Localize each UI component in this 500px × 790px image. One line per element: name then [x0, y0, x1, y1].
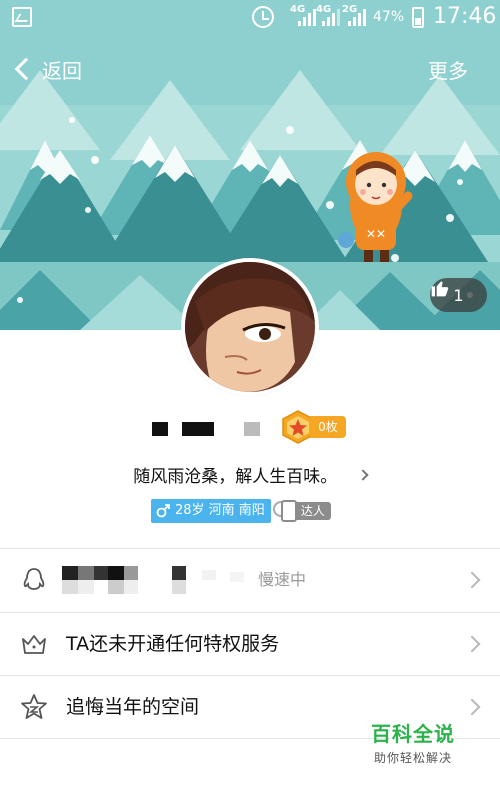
watermark: 百科全说 助你轻松解决 [363, 718, 463, 766]
battery-percent: 47% [373, 9, 405, 25]
age-location-tag: 28岁 河南 南阳 [151, 499, 271, 523]
like-button[interactable]: 1 [430, 278, 487, 312]
crown-icon [22, 635, 46, 654]
signal-icon-3 [348, 8, 366, 26]
male-icon [156, 504, 170, 518]
level-badge[interactable]: 0枚 [282, 410, 346, 444]
nickname-redacted-1 [152, 422, 168, 436]
nickname-redacted-2 [182, 422, 214, 436]
gallery-notification-icon [12, 7, 32, 27]
star-icon [21, 694, 47, 719]
chevron-right-icon [463, 698, 481, 716]
signal-icon-2 [322, 8, 340, 26]
mosaic-image [62, 566, 244, 594]
phone-icon [280, 500, 297, 522]
watermark-subtitle: 助你轻松解决 [373, 751, 452, 765]
signature-row[interactable]: 随风雨沧桑，解人生百味。 [0, 462, 500, 492]
level-count: 0枚 [310, 416, 346, 438]
signal-icon [298, 8, 316, 26]
thumbs-up-icon [431, 281, 449, 297]
battery-icon [412, 7, 424, 28]
avatar[interactable] [181, 258, 319, 396]
watermark-title: 百科全说 [371, 722, 455, 746]
expert-label: 达人 [290, 502, 331, 520]
like-count: 1 [453, 285, 464, 305]
signature-text: 随风雨沧桑，解人生百味。 [133, 467, 338, 487]
nickname-redacted-3 [244, 422, 260, 436]
alarm-icon [252, 6, 274, 28]
chevron-right-icon [463, 571, 481, 589]
back-label: 返回 [42, 58, 82, 83]
nav-bar: 返回 更多 [0, 44, 500, 94]
penguin-icon [23, 568, 45, 590]
age-location-text: 28岁 河南 南阳 [175, 503, 265, 518]
qq-row[interactable]: 慢速中 [0, 549, 500, 611]
back-button[interactable]: 返回 [12, 44, 82, 94]
vip-row[interactable]: TA还未开通任何特权服务 [0, 613, 500, 675]
vip-label: TA还未开通任何特权服务 [66, 633, 280, 655]
expert-badge[interactable]: 达人 [272, 499, 331, 523]
nickname-row: 0枚 [150, 410, 350, 444]
svg-text:✕✕: ✕✕ [366, 227, 386, 241]
status-bar: 4G 4G 2G 47% 17:46 [0, 0, 500, 36]
chevron-right-icon [357, 469, 369, 481]
chevron-left-icon [14, 57, 38, 81]
more-label: 更多 [428, 58, 468, 83]
chevron-right-icon [463, 635, 481, 653]
avatar-image [185, 262, 315, 392]
more-button[interactable]: 更多 [428, 44, 468, 94]
qq-status: 慢速中 [258, 570, 307, 589]
qzone-label: 追悔当年的空间 [66, 696, 200, 718]
qq-number-redacted [62, 566, 252, 600]
tags-row: 28岁 河南 南阳 达人 [151, 498, 331, 524]
clock: 17:46 [433, 4, 497, 29]
